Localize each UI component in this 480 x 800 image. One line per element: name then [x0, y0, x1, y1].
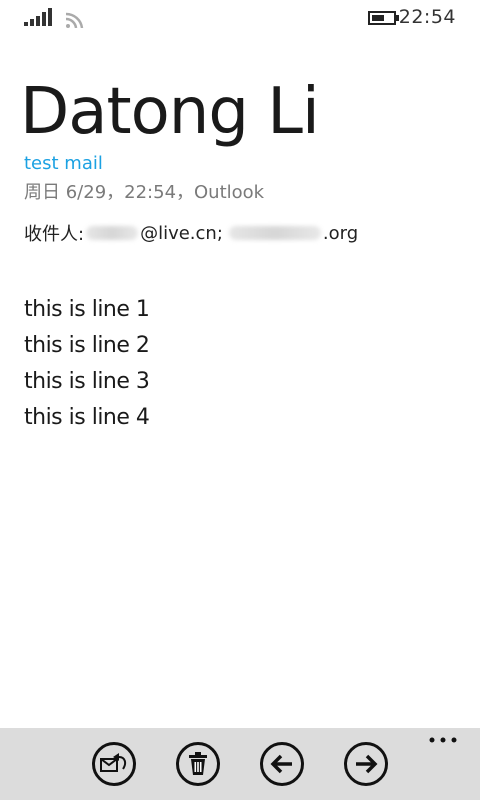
recipients-line: 收件人: @live.cn; .org: [24, 220, 358, 246]
reply-icon: [100, 753, 127, 772]
mail-body: this is line 1 this is line 2 this is li…: [24, 295, 150, 439]
body-line: this is line 4: [24, 405, 150, 430]
previous-button[interactable]: [260, 742, 304, 786]
mail-meta: 周日 6/29，22:54，Outlook: [24, 182, 265, 203]
recipient-1-domain[interactable]: @live.cn;: [140, 223, 223, 244]
previous-icon: [270, 754, 292, 774]
wifi-icon: [65, 12, 84, 28]
body-line: this is line 3: [24, 369, 150, 394]
redacted-recipient-1: [86, 226, 139, 240]
sender-name: Datong Li: [20, 75, 320, 149]
body-line: this is line 1: [24, 297, 150, 322]
next-button[interactable]: [344, 742, 388, 786]
body-line: this is line 2: [24, 333, 150, 358]
reply-button[interactable]: [92, 742, 136, 786]
delete-button[interactable]: [176, 742, 220, 786]
delete-icon: [189, 752, 207, 775]
signal-icon: [24, 8, 52, 26]
status-clock: 22:54: [398, 6, 456, 28]
recipient-2-domain[interactable]: .org: [323, 223, 358, 244]
app-bar: [0, 728, 480, 800]
mail-subject: test mail: [24, 153, 103, 174]
email-reading-page: 22:54 Datong Li test mail 周日 6/29，22:54，…: [0, 0, 480, 800]
more-icon[interactable]: [428, 734, 458, 746]
redacted-recipient-2: [228, 226, 321, 240]
status-bar: 22:54: [0, 0, 480, 36]
battery-icon: [368, 11, 399, 25]
recipients-label: 收件人:: [24, 224, 85, 245]
next-icon: [356, 754, 378, 774]
